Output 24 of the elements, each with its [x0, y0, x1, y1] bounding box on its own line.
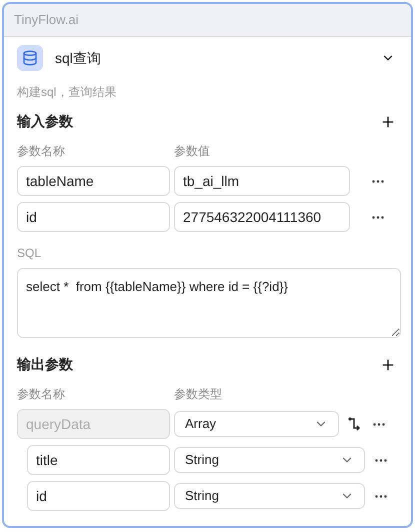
section-title: 输入参数 [17, 112, 73, 131]
param-value-field[interactable]: tb_ai_llm [174, 166, 350, 196]
branch-icon[interactable] [347, 416, 363, 432]
window-title: TinyFlow.ai [14, 11, 79, 30]
plus-icon [380, 356, 396, 372]
column-header: 参数值 [174, 143, 211, 160]
ellipsis-icon [375, 458, 387, 462]
section-title: 输出参数 [17, 355, 73, 374]
ellipsis-icon [372, 180, 384, 182]
sql-editor[interactable]: select * from {{tableName}} where id = {{?id}} [17, 268, 401, 338]
column-header: 参数名称 [17, 386, 66, 403]
node-title: sql查询 [55, 48, 101, 68]
ellipsis-icon [372, 216, 384, 218]
param-name-field[interactable]: tableName [17, 166, 170, 196]
sql-label: SQL [17, 245, 42, 262]
node-description: 构建sql，查询结果 [17, 84, 118, 101]
param-value-field[interactable]: 277546322004111360 [174, 202, 350, 232]
column-header: 参数名称 [17, 143, 66, 160]
plus-icon [380, 114, 396, 130]
ellipsis-icon [373, 422, 385, 426]
ellipsis-icon [375, 494, 387, 498]
column-header: 参数类型 [174, 386, 223, 403]
database-icon [17, 45, 43, 71]
param-name-field[interactable]: id [17, 202, 170, 232]
